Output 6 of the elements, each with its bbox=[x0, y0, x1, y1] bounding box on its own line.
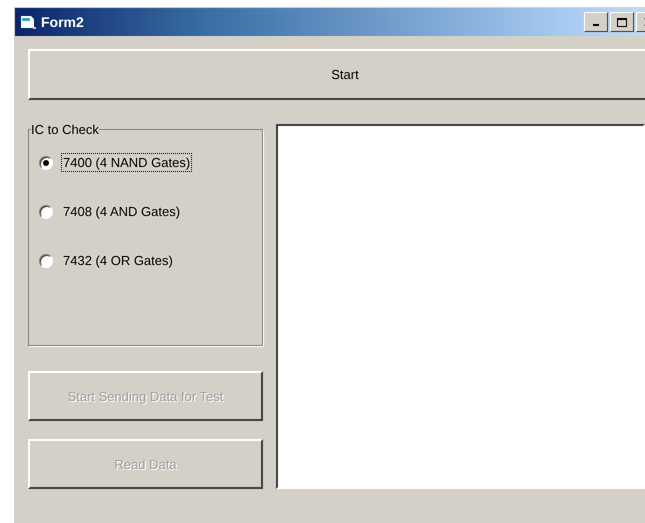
radio-label[interactable]: 7408 (4 AND Gates) bbox=[61, 202, 182, 221]
group-title: IC to Check bbox=[31, 122, 99, 137]
radio-label[interactable]: 7400 (4 NAND Gates) bbox=[61, 153, 192, 172]
window-title: Form2 bbox=[41, 14, 85, 30]
radio-label[interactable]: 7432 (4 OR Gates) bbox=[61, 251, 175, 270]
start-button[interactable]: Start bbox=[28, 49, 645, 100]
